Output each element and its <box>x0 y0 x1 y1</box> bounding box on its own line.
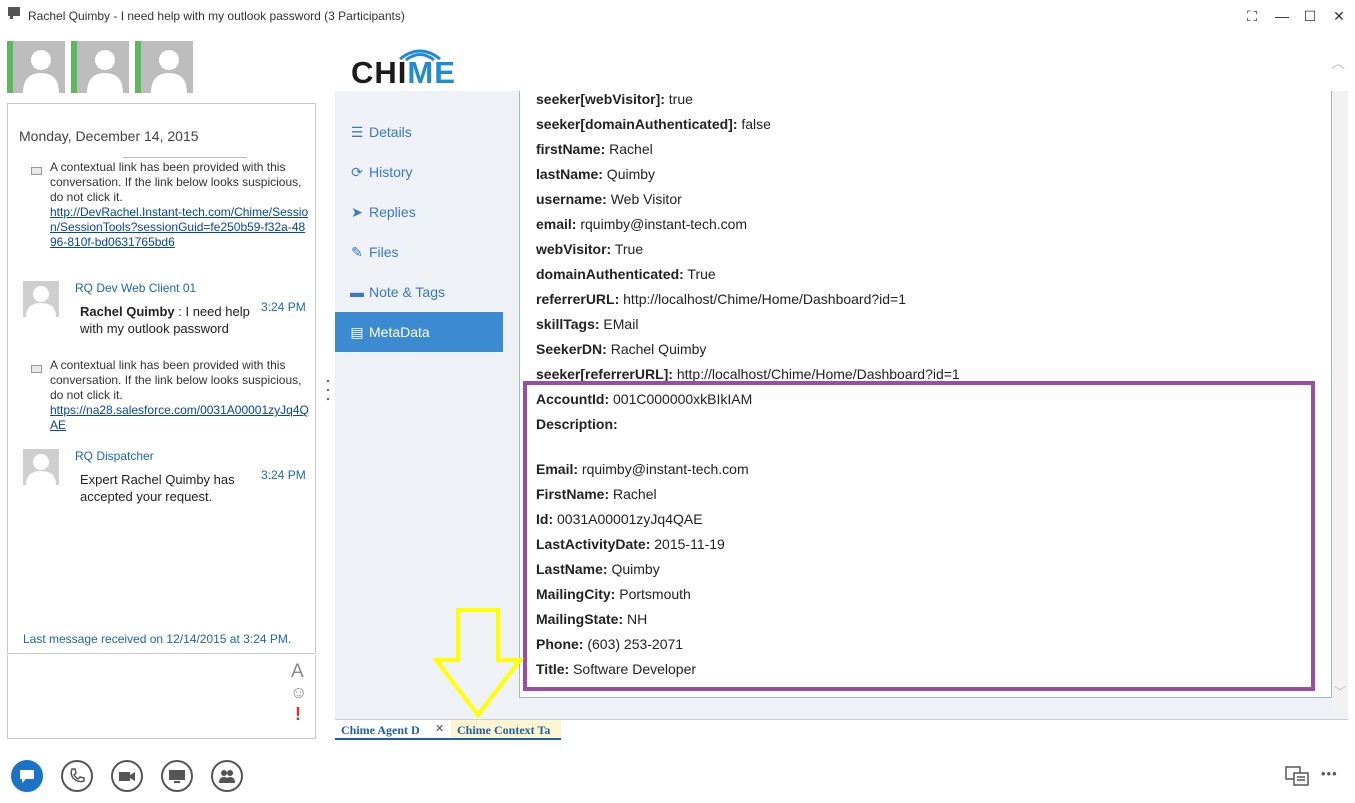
minimize-button[interactable]: — <box>1270 6 1294 26</box>
important-icon[interactable]: ! <box>295 704 301 725</box>
scroll-down-icon[interactable]: ﹀ <box>1334 683 1346 700</box>
message-author: Rachel Quimby <box>80 304 175 319</box>
history-icon: ⟳ <box>351 164 363 180</box>
nav-details[interactable]: ☰ Details <box>335 112 503 152</box>
restore-icon[interactable]: ⛶ <box>1240 6 1264 26</box>
message-body: Rachel Quimby : I need help with my outl… <box>80 303 250 337</box>
metadata-row: seeker[domainAuthenticated]: false <box>536 116 771 132</box>
font-icon[interactable]: A <box>291 661 304 683</box>
phone-icon <box>70 768 85 783</box>
envelope-icon <box>31 167 42 175</box>
call-button[interactable] <box>61 760 93 792</box>
message-sender[interactable]: RQ Dispatcher <box>75 449 154 463</box>
scrollbar[interactable]: ﹀ <box>1332 91 1348 711</box>
last-message-status: Last message received on 12/14/2015 at 3… <box>23 632 292 646</box>
video-button[interactable] <box>111 760 143 792</box>
conversation-layout-icon[interactable] <box>1285 766 1309 786</box>
tab-strip: Chime Agent D ✕ Chime Context Ta <box>335 719 1348 741</box>
metadata-row: SeekerDN: Rachel Quimby <box>536 341 707 357</box>
nav-files[interactable]: ✎ Files <box>335 232 503 272</box>
metadata-row: firstName: Rachel <box>536 141 653 157</box>
participant-avatar[interactable] <box>71 41 129 93</box>
contextual-link[interactable]: https://na28.salesforce.com/0031A00001zy… <box>50 403 309 432</box>
im-button[interactable] <box>11 760 43 792</box>
metadata-row: seeker[referrerURL]: http://localhost/Ch… <box>536 366 960 382</box>
paperclip-icon: ✎ <box>351 244 363 260</box>
system-message-text: A contextual link has been provided with… <box>50 358 302 402</box>
system-message-text: A contextual link has been provided with… <box>50 160 302 204</box>
metadata-row: lastName: Quimby <box>536 166 656 182</box>
nav-note-tags[interactable]: ▬ Note & Tags <box>335 272 503 312</box>
present-button[interactable] <box>161 760 193 792</box>
window-title: Rachel Quimby - I need help with my outl… <box>28 9 405 23</box>
chime-logo: CHIME <box>351 55 456 90</box>
divider <box>123 157 247 158</box>
table-icon: ▤ <box>350 324 364 340</box>
logo-header: CHIME ︿ <box>335 41 1348 91</box>
envelope-icon <box>31 365 42 373</box>
close-tab-icon[interactable]: ✕ <box>435 722 444 735</box>
avatar <box>23 281 59 317</box>
chat-bubble-icon <box>20 770 34 783</box>
system-message: A contextual link has been provided with… <box>50 358 310 433</box>
participants-button[interactable] <box>211 760 243 792</box>
participant-avatar[interactable] <box>7 41 65 93</box>
send-icon: ➤ <box>351 204 363 220</box>
nav-replies[interactable]: ➤ Replies <box>335 192 503 232</box>
video-icon <box>119 772 135 781</box>
metadata-row: domainAuthenticated: True <box>536 266 716 282</box>
app-icon <box>8 7 20 19</box>
list-icon: ☰ <box>350 124 364 140</box>
metadata-row: skillTags: EMail <box>536 316 639 332</box>
people-icon <box>219 770 235 783</box>
message-time: 3:24 PM <box>261 300 306 314</box>
close-button[interactable]: ✕ <box>1327 6 1351 26</box>
message-sender[interactable]: RQ Dev Web Client 01 <box>75 281 196 295</box>
system-message: A contextual link has been provided with… <box>50 160 310 250</box>
comment-icon: ▬ <box>350 284 364 300</box>
salesforce-metadata-highlight <box>523 381 1315 691</box>
contextual-link[interactable]: http://DevRachel.Instant-tech.com/Chime/… <box>50 205 308 249</box>
message-time: 3:24 PM <box>261 468 306 482</box>
maximize-button[interactable]: ☐ <box>1298 6 1322 26</box>
metadata-row: seeker[webVisitor]: true <box>536 91 693 107</box>
compose-area[interactable]: A ☺ ! <box>7 655 316 739</box>
conversation-history: Monday, December 14, 2015 A contextual l… <box>7 103 316 654</box>
emoticon-icon[interactable]: ☺ <box>290 683 307 703</box>
tab-chime-context[interactable]: Chime Context Ta <box>451 720 561 740</box>
message-body: Expert Rachel Quimby has accepted your r… <box>80 472 235 504</box>
panel-splitter-handle[interactable] <box>326 378 330 402</box>
monitor-icon <box>169 770 185 783</box>
scroll-up-icon[interactable]: ︿ <box>1331 53 1345 73</box>
metadata-row: username: Web Visitor <box>536 191 682 207</box>
conversation-date: Monday, December 14, 2015 <box>19 128 199 144</box>
nav-history[interactable]: ⟳ History <box>335 152 503 192</box>
avatar <box>23 449 59 485</box>
metadata-row: webVisitor: True <box>536 241 644 257</box>
title-bar: Rachel Quimby - I need help with my outl… <box>0 0 1355 34</box>
annotation-arrow-icon <box>432 608 524 718</box>
participant-avatar[interactable] <box>135 41 193 93</box>
metadata-row: email: rquimby@instant-tech.com <box>536 216 748 232</box>
metadata-row: referrerURL: http://localhost/Chime/Home… <box>536 291 907 307</box>
nav-metadata[interactable]: ▤ MetaData <box>335 312 503 352</box>
more-options-icon[interactable]: ••• <box>1321 766 1338 781</box>
conversation-toolbar: ••• <box>0 748 1355 803</box>
